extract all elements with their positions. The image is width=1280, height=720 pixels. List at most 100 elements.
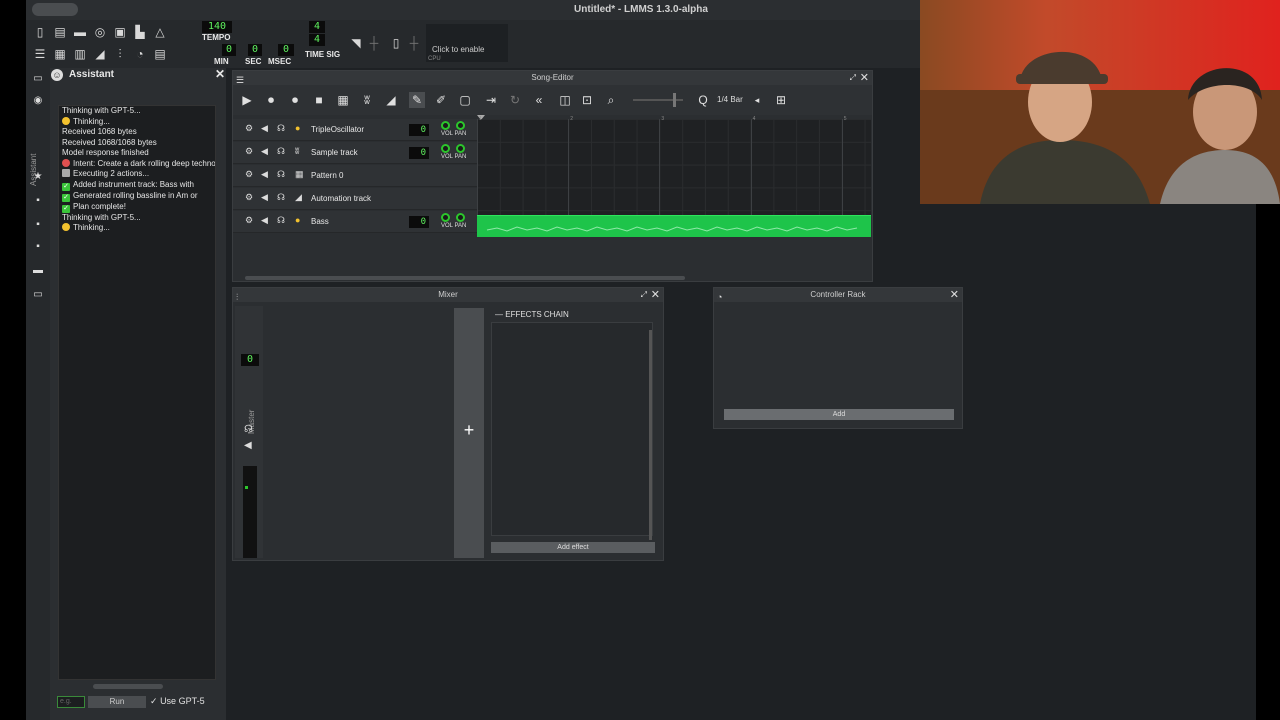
add-controller-button[interactable]: Add <box>724 409 954 420</box>
record-while-playing-icon[interactable]: ⏺ <box>287 92 303 108</box>
pitch-track-icon[interactable]: ┼ <box>406 35 422 51</box>
close-icon[interactable]: ✕ <box>950 288 959 302</box>
master-channel[interactable]: 0 Master ☊ ◀ <box>235 306 263 558</box>
gear-icon[interactable]: ⚙ <box>245 123 253 134</box>
assistant-log[interactable]: Thinking with GPT-5... Thinking... Receive… <box>58 105 216 680</box>
zoom-out-icon[interactable]: ⊡ <box>579 92 595 108</box>
bass-pattern-clip[interactable] <box>477 215 871 237</box>
gear-icon[interactable]: ⚙ <box>245 146 253 157</box>
track-channel-display[interactable]: 0 <box>409 216 429 228</box>
controller-rack-icon[interactable]: ◔ <box>132 46 148 62</box>
metronome-icon[interactable]: △ <box>152 24 168 40</box>
zoom-slider-thumb[interactable] <box>673 93 676 107</box>
mixer-icon[interactable]: ⫶ <box>112 46 128 62</box>
track-row[interactable]: ⚙ ◀ ☊ ● TripleOscillator 0 VOL PAN <box>233 119 477 141</box>
select-mode-icon[interactable]: ▢ <box>457 92 473 108</box>
volume-knob[interactable] <box>441 144 450 153</box>
auto-scroll-icon[interactable]: ⇥ <box>483 92 499 108</box>
zoom-fit-icon[interactable]: ◫ <box>557 92 573 108</box>
track-channel-display[interactable]: 0 <box>409 147 429 159</box>
mute-icon[interactable]: ◀ <box>261 169 268 180</box>
open-project-icon[interactable]: ▬ <box>72 24 88 40</box>
track-row[interactable]: ⚙ ◀ ☊ ◢ Automation track <box>233 188 477 210</box>
beat-editor-icon[interactable]: ▦ <box>52 46 68 62</box>
side-monitor-icon[interactable]: ▭ <box>31 72 45 86</box>
mute-icon[interactable]: ◀ <box>261 215 268 226</box>
add-automation-track-icon[interactable]: ◢ <box>383 92 399 108</box>
favorites-star-icon[interactable]: ★ <box>31 170 45 184</box>
close-icon[interactable]: ✕ <box>651 288 660 302</box>
track-row[interactable]: ⚙ ◀ ☊ ● Bass 0 VOL PAN <box>233 211 477 233</box>
track-row[interactable]: ⚙ ◀ ☊ ▦ Pattern 0 <box>233 165 477 187</box>
record-icon[interactable]: ⏺ <box>263 92 279 108</box>
solo-icon[interactable]: ☊ <box>277 123 285 134</box>
use-gpt-checkbox[interactable]: ✓ Use GPT-5 <box>150 696 205 707</box>
stop-icon[interactable]: ■ <box>311 92 327 108</box>
close-icon[interactable]: ✕ <box>860 71 869 85</box>
timesig-numerator[interactable]: 4 <box>309 21 325 33</box>
maximize-icon[interactable]: ⤢ <box>850 71 856 85</box>
track-row[interactable]: ⚙ ◀ ☊ ʬ Sample track 0 VOL PAN <box>233 142 477 164</box>
presets-icon[interactable]: ▪ <box>31 240 45 254</box>
home-folder-icon[interactable]: ▬ <box>31 264 45 278</box>
mute-speaker-icon[interactable]: ◀ <box>244 440 252 451</box>
snap-icon[interactable]: ⊞ <box>773 92 789 108</box>
timeline-grid[interactable]: 1 2 3 4 5 <box>477 116 871 237</box>
track-name[interactable]: Pattern 0 <box>311 171 343 180</box>
play-icon[interactable]: ▶ <box>239 92 255 108</box>
maximize-icon[interactable]: ⤢ <box>641 288 647 302</box>
gear-icon[interactable]: ⚙ <box>245 215 253 226</box>
zoom-icon[interactable]: ⌕ <box>603 92 619 108</box>
master-pitch-slider-icon[interactable]: ▯ <box>388 35 404 51</box>
new-project-icon[interactable]: ▯ <box>32 24 48 40</box>
track-name[interactable]: Sample track <box>311 148 358 157</box>
project-notes-icon[interactable]: ▤ <box>152 46 168 62</box>
projects-icon[interactable]: ▪ <box>31 194 45 208</box>
track-name[interactable]: TripleOscillator <box>311 125 364 134</box>
pan-knob[interactable] <box>456 213 465 222</box>
solo-icon[interactable]: ☊ <box>277 146 285 157</box>
draw-mode-icon[interactable]: ✎ <box>409 92 425 108</box>
master-level-meter[interactable] <box>243 466 257 558</box>
effects-list[interactable] <box>491 322 653 536</box>
close-icon[interactable]: ✕ <box>215 67 225 81</box>
effects-scrollbar[interactable] <box>649 330 652 540</box>
loop-points-icon[interactable]: ↻ <box>507 92 523 108</box>
window-controls[interactable] <box>32 3 78 16</box>
cpu-meter[interactable]: Click to enable CPU <box>426 24 508 62</box>
pan-knob[interactable] <box>456 144 465 153</box>
recent-projects-icon[interactable]: ◎ <box>92 24 108 40</box>
mute-icon[interactable]: ◀ <box>261 123 268 134</box>
mute-icon[interactable]: ◀ <box>261 146 268 157</box>
quantize-select[interactable]: 1/4 Bar <box>717 95 743 104</box>
pan-knob[interactable] <box>456 121 465 130</box>
quantize-arrow-icon[interactable]: ◂ <box>749 92 765 108</box>
solo-icon[interactable]: ☊ <box>277 215 285 226</box>
song-editor-scrollbar[interactable] <box>245 276 685 280</box>
log-horizontal-scrollbar[interactable] <box>93 684 163 689</box>
knife-mode-icon[interactable]: ✐ <box>433 92 449 108</box>
add-effect-button[interactable]: Add effect <box>491 542 655 553</box>
volume-knob[interactable] <box>441 121 450 130</box>
piano-roll-icon[interactable]: ▥ <box>72 46 88 62</box>
stop-behaviour-icon[interactable]: « <box>531 92 547 108</box>
new-from-template-icon[interactable]: ▤ <box>52 24 68 40</box>
solo-icon[interactable]: ☊ <box>277 169 285 180</box>
volume-track-icon[interactable]: ┼ <box>366 35 382 51</box>
samples-icon[interactable]: ▪ <box>31 218 45 232</box>
mute-icon[interactable]: ◀ <box>261 192 268 203</box>
run-button[interactable]: Run <box>88 696 146 708</box>
gear-icon[interactable]: ⚙ <box>245 169 253 180</box>
gear-icon[interactable]: ⚙ <box>245 192 253 203</box>
add-beat-track-icon[interactable]: ▦ <box>335 92 351 108</box>
export-icon[interactable]: ▙ <box>132 24 148 40</box>
prompt-input[interactable]: e.g. <box>57 696 85 708</box>
master-volume-slider-icon[interactable]: ◥ <box>348 35 364 51</box>
computer-icon[interactable]: ▭ <box>31 288 45 302</box>
mixer-titlebar[interactable]: ⫶ Mixer ⤢ ✕ <box>233 288 663 302</box>
assistant-tab-icon[interactable]: ◉ <box>31 94 45 108</box>
save-project-icon[interactable]: ▣ <box>112 24 128 40</box>
controller-rack-titlebar[interactable]: ◔ Controller Rack ✕ <box>714 288 962 302</box>
solo-headphones-icon[interactable]: ☊ <box>244 424 253 435</box>
solo-icon[interactable]: ☊ <box>277 192 285 203</box>
